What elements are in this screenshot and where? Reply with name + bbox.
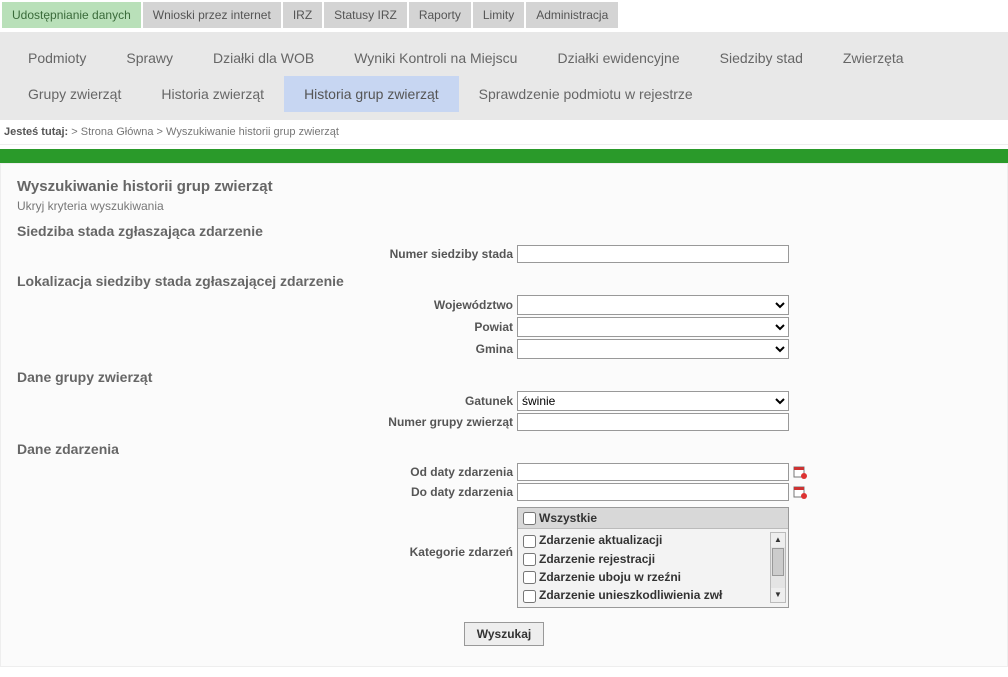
nav-item[interactable]: Sprawy (106, 40, 193, 76)
section-lokalizacja-title: Lokalizacja siedziby stada zgłaszającej … (17, 273, 991, 289)
scroll-up-icon[interactable]: ▲ (771, 533, 785, 547)
gmina-label: Gmina (17, 342, 517, 356)
gatunek-label: Gatunek (17, 394, 517, 408)
green-bar (0, 149, 1008, 163)
section-dane-zdarzenia-title: Dane zdarzenia (17, 441, 991, 457)
section-dane-grupy-title: Dane grupy zwierząt (17, 369, 991, 385)
kategorie-box: Wszystkie Zdarzenie aktualizacjiZdarzeni… (517, 507, 789, 608)
page-title: Wyszukiwanie historii grup zwierząt (17, 178, 991, 195)
top-tabs: Udostępnianie danychWnioski przez intern… (0, 0, 1008, 30)
scroll-thumb[interactable] (772, 548, 784, 576)
kategorie-item[interactable]: Zdarzenie rejestracji (523, 550, 783, 568)
top-tab[interactable]: Udostępnianie danych (2, 2, 141, 28)
od-daty-label: Od daty zdarzenia (17, 465, 517, 479)
do-daty-label: Do daty zdarzenia (17, 485, 517, 499)
scrollbar[interactable]: ▲ ▼ (770, 532, 786, 603)
wojewodztwo-label: Województwo (17, 298, 517, 312)
nav-item[interactable]: Historia zwierząt (141, 76, 284, 112)
numer-siedziby-label: Numer siedziby stada (17, 247, 517, 261)
nav-item[interactable]: Siedziby stad (700, 40, 823, 76)
kategorie-item-checkbox[interactable] (523, 571, 536, 584)
calendar-icon[interactable] (793, 485, 807, 499)
top-tab[interactable]: Wnioski przez internet (143, 2, 281, 28)
kategorie-all-checkbox[interactable] (523, 512, 536, 525)
section-siedziba-title: Siedziba stada zgłaszająca zdarzenie (17, 223, 991, 239)
top-tab[interactable]: Limity (473, 2, 524, 28)
top-tab[interactable]: Statusy IRZ (324, 2, 407, 28)
numer-grupy-input[interactable] (517, 413, 789, 431)
nav-item[interactable]: Wyniki Kontroli na Miejscu (334, 40, 537, 76)
powiat-label: Powiat (17, 320, 517, 334)
hide-criteria-link[interactable]: Ukryj kryteria wyszukiwania (17, 199, 991, 213)
kategorie-label: Kategorie zdarzeń (17, 507, 517, 559)
breadcrumb-prefix: Jesteś tutaj: (4, 126, 68, 138)
kategorie-header-all[interactable]: Wszystkie (518, 508, 788, 529)
kategorie-item-checkbox[interactable] (523, 553, 536, 566)
kategorie-item-checkbox[interactable] (523, 535, 536, 548)
top-tab[interactable]: Administracja (526, 2, 618, 28)
nav-item[interactable]: Sprawdzenie podmiotu w rejestrze (459, 76, 713, 112)
od-daty-input[interactable] (517, 463, 789, 481)
wyszukaj-button[interactable]: Wyszukaj (464, 622, 544, 646)
kategorie-item[interactable]: Zdarzenie unieszkodliwienia zwł (523, 586, 783, 604)
breadcrumb: Jesteś tutaj: > Strona Główna > Wyszukiw… (0, 120, 1008, 145)
top-tab[interactable]: Raporty (409, 2, 471, 28)
page-content: Wyszukiwanie historii grup zwierząt Ukry… (0, 163, 1008, 667)
nav-item[interactable]: Historia grup zwierząt (284, 76, 459, 112)
scroll-down-icon[interactable]: ▼ (771, 588, 785, 602)
calendar-icon[interactable] (793, 465, 807, 479)
top-tab[interactable]: IRZ (283, 2, 322, 28)
breadcrumb-path: > Strona Główna > Wyszukiwanie historii … (68, 126, 339, 138)
gatunek-select[interactable]: świnie (517, 391, 789, 411)
kategorie-item[interactable]: Zdarzenie uboju w rzeźni (523, 568, 783, 586)
kategorie-item[interactable]: Zdarzenie aktualizacji (523, 531, 783, 549)
numer-siedziby-input[interactable] (517, 245, 789, 263)
kategorie-item-checkbox[interactable] (523, 590, 536, 603)
gmina-select[interactable] (517, 339, 789, 359)
wojewodztwo-select[interactable] (517, 295, 789, 315)
nav-container: PodmiotySprawyDziałki dla WOBWyniki Kont… (0, 32, 1008, 120)
do-daty-input[interactable] (517, 483, 789, 501)
nav-item[interactable]: Grupy zwierząt (8, 76, 141, 112)
powiat-select[interactable] (517, 317, 789, 337)
nav-item[interactable]: Podmioty (8, 40, 106, 76)
nav-item[interactable]: Działki ewidencyjne (537, 40, 699, 76)
numer-grupy-label: Numer grupy zwierząt (17, 415, 517, 429)
nav-item[interactable]: Działki dla WOB (193, 40, 334, 76)
nav-item[interactable]: Zwierzęta (823, 40, 924, 76)
